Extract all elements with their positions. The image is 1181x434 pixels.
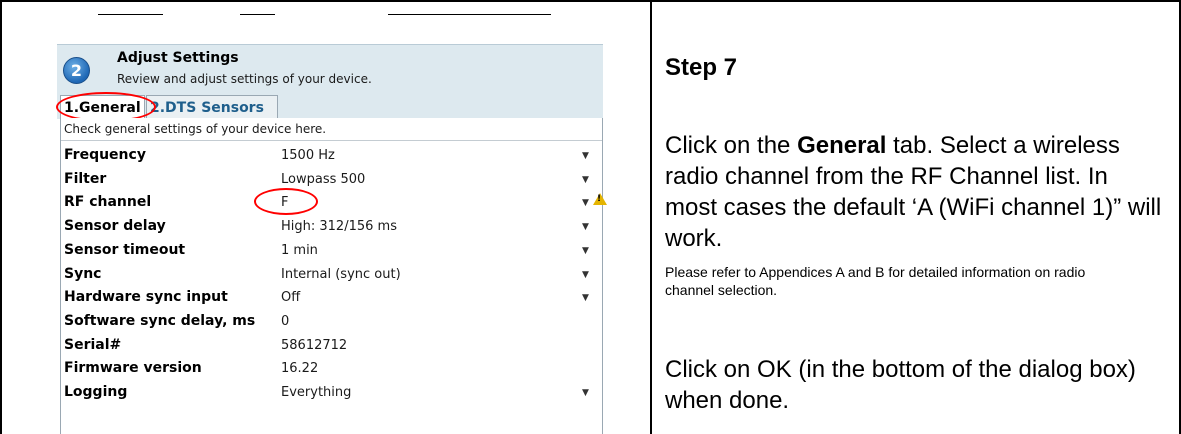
settings-screenshot: 2 Adjust Settings Review and adjust sett… [56,44,607,434]
chevron-down-icon[interactable]: ▼ [582,198,589,208]
property-row[interactable]: Software sync delay, ms 0 [61,310,602,333]
property-label: Serial# [64,336,122,353]
chevron-down-icon[interactable]: ▼ [582,222,589,232]
property-label: Filter [64,170,107,187]
dialog-title: Adjust Settings [117,50,239,66]
step-badge: 2 [63,57,90,84]
table-rule-fragment [98,14,163,15]
property-label: Firmware version [64,360,202,377]
property-row[interactable]: Sync Internal (sync out) ▼ [61,263,602,286]
dialog-header: 2 Adjust Settings Review and adjust sett… [56,44,603,122]
property-label: RF channel [64,194,152,211]
instruction-text: Click on the [665,132,798,159]
property-label: Sensor delay [64,218,166,235]
instruction-bold-general: General [797,132,887,159]
property-value[interactable]: 1 min [281,243,318,258]
table-border-left [0,0,2,434]
property-row[interactable]: RF channel F ▼! [61,188,607,216]
property-label: Frequency [64,147,146,163]
chevron-down-icon[interactable]: ▼ [582,175,589,185]
property-label: Sync [64,265,102,282]
table-border-top [0,0,1181,2]
settings-description: Check general settings of your device he… [64,122,327,136]
property-value[interactable]: 1500 Hz [281,148,335,163]
property-row[interactable]: Sensor timeout 1 min ▼ [61,239,602,262]
step-title: Step 7 [665,54,738,81]
chevron-down-icon[interactable]: ▼ [582,270,589,280]
reference-note: Please refer to Appendices A and B for d… [665,264,1086,298]
property-value[interactable]: Lowpass 500 [281,172,365,187]
property-row[interactable]: Hardware sync input Off ▼ [61,286,602,309]
warning-icon-mark: ! [597,194,602,205]
dialog-subtitle: Review and adjust settings of your devic… [117,72,372,86]
property-value: 58612712 [281,337,348,353]
table-border-middle [650,0,652,434]
tab-dts-sensors[interactable]: 2.DTS Sensors [146,95,278,119]
divider [61,140,602,141]
instruction-paragraph: Click on the General tab. Select a wirel… [665,130,1165,254]
property-value[interactable]: High: 312/156 ms [281,219,397,234]
property-value: 0 [281,313,290,329]
table-rule-fragment [240,14,275,15]
property-value: 16.22 [281,361,319,377]
property-label: Hardware sync input [64,289,228,306]
property-value[interactable]: Internal (sync out) [281,267,401,282]
property-value[interactable]: Everything [281,385,351,400]
property-row[interactable]: Logging Everything ▼ [61,381,602,404]
ok-instruction: Click on OK (in the bottom of the dialog… [665,356,1136,414]
chevron-down-icon[interactable]: ▼ [582,246,589,256]
chevron-down-icon[interactable]: ▼ [582,388,589,398]
property-row[interactable]: Sensor delay High: 312/156 ms ▼ [61,215,602,238]
property-row[interactable]: Firmware version 16.22 [61,357,602,380]
property-label: Software sync delay, ms [64,312,256,329]
property-value[interactable]: Off [281,290,300,305]
settings-panel: Check general settings of your device he… [60,118,607,434]
property-row[interactable]: Serial# 58612712 [61,334,602,357]
property-row[interactable]: Frequency 1500 Hz ▼ [61,144,602,167]
chevron-down-icon[interactable]: ▼ [582,151,589,161]
property-label: Sensor timeout [64,241,186,258]
chevron-down-icon[interactable]: ▼ [582,293,589,303]
rf-channel-highlight-circle [254,188,318,216]
property-row[interactable]: Filter Lowpass 500 ▼ [61,168,602,191]
table-rule-fragment [388,14,551,15]
property-label: Logging [64,384,128,400]
